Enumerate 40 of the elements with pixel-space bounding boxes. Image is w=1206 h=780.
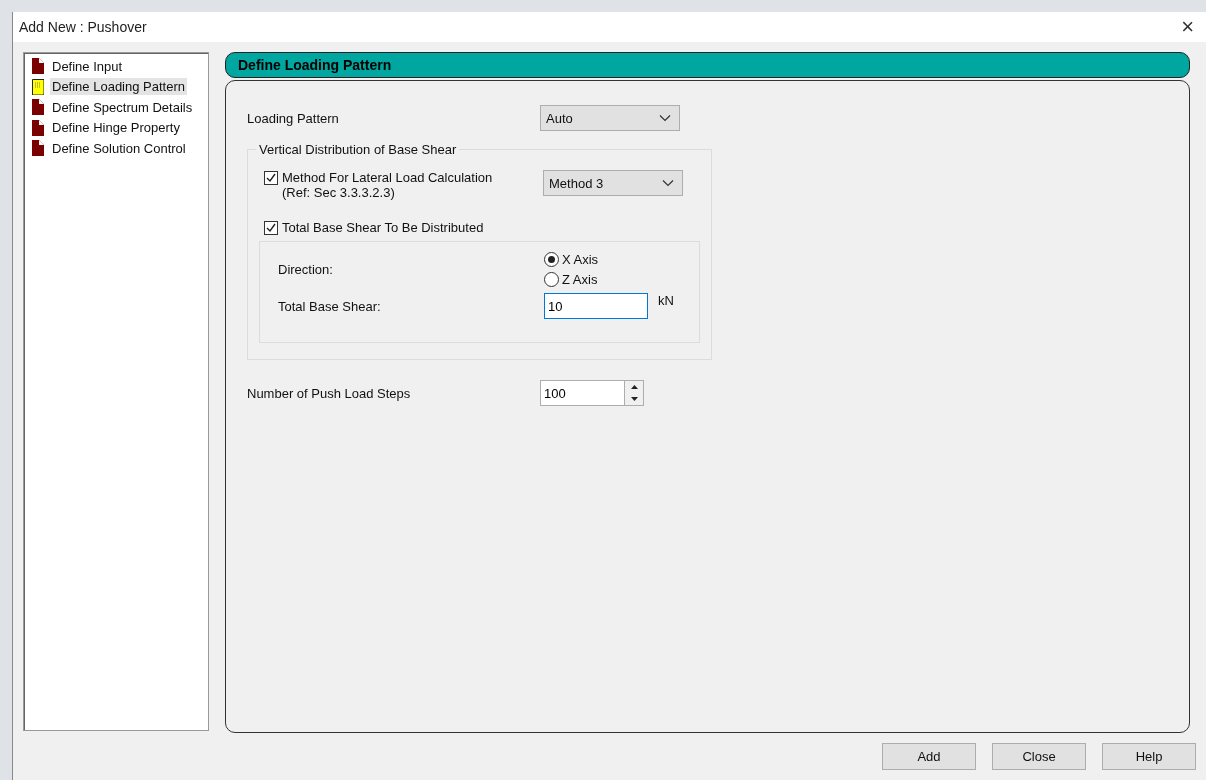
step-item[interactable]: Define Hinge Property: [50, 119, 182, 137]
document-icon: [32, 99, 44, 116]
checkbox[interactable]: [264, 171, 278, 185]
checkbox-label: Method For Lateral Load Calculation: [282, 170, 493, 185]
window-title: Add New : Pushover: [19, 19, 147, 35]
dropdown[interactable]: Auto: [540, 105, 680, 131]
step-item[interactable]: Define Spectrum Details: [50, 98, 195, 116]
checkbox-label: Total Base Shear To Be Distributed: [282, 220, 484, 235]
radio-label: Z Axis: [562, 272, 598, 287]
reference-note: (Ref: Sec 3.3.3.2.3): [282, 185, 396, 200]
field-label: Loading Pattern: [247, 110, 340, 126]
dialog-button[interactable]: Close: [992, 743, 1086, 770]
step-item[interactable]: Define Solution Control: [50, 139, 188, 157]
group-title: Vertical Distribution of Base Shear: [256, 142, 460, 157]
radio-label: X Axis: [562, 252, 599, 267]
document-icon: [32, 140, 44, 157]
spin-buttons[interactable]: [624, 380, 644, 406]
field-label: Direction:: [278, 262, 334, 277]
step-item[interactable]: Define Loading Pattern: [50, 78, 187, 96]
down-arrow-icon: [630, 397, 638, 401]
document-icon: [32, 119, 44, 136]
close-button[interactable]: ×: [1177, 16, 1198, 38]
unit-label: kN: [658, 293, 674, 308]
checkbox[interactable]: [264, 221, 278, 235]
up-arrow-icon: [630, 385, 638, 389]
field-label: Total Base Shear:: [278, 298, 382, 314]
radio-button[interactable]: [544, 252, 559, 267]
chevron-icon: [662, 179, 674, 187]
dropdown[interactable]: Method 3: [543, 170, 683, 196]
document-icon: [32, 78, 44, 95]
number-field[interactable]: 100: [540, 380, 624, 406]
dialog-button[interactable]: Add: [882, 743, 976, 770]
input-field[interactable]: 10: [544, 293, 648, 319]
radio-button[interactable]: [544, 272, 559, 287]
document-icon: [32, 58, 44, 75]
dialog-button[interactable]: Help: [1102, 743, 1196, 770]
section-header: Define Loading Pattern: [225, 52, 1190, 78]
chevron-icon: [659, 114, 671, 122]
step-item[interactable]: Define Input: [50, 57, 125, 75]
field-label: Number of Push Load Steps: [247, 385, 412, 401]
